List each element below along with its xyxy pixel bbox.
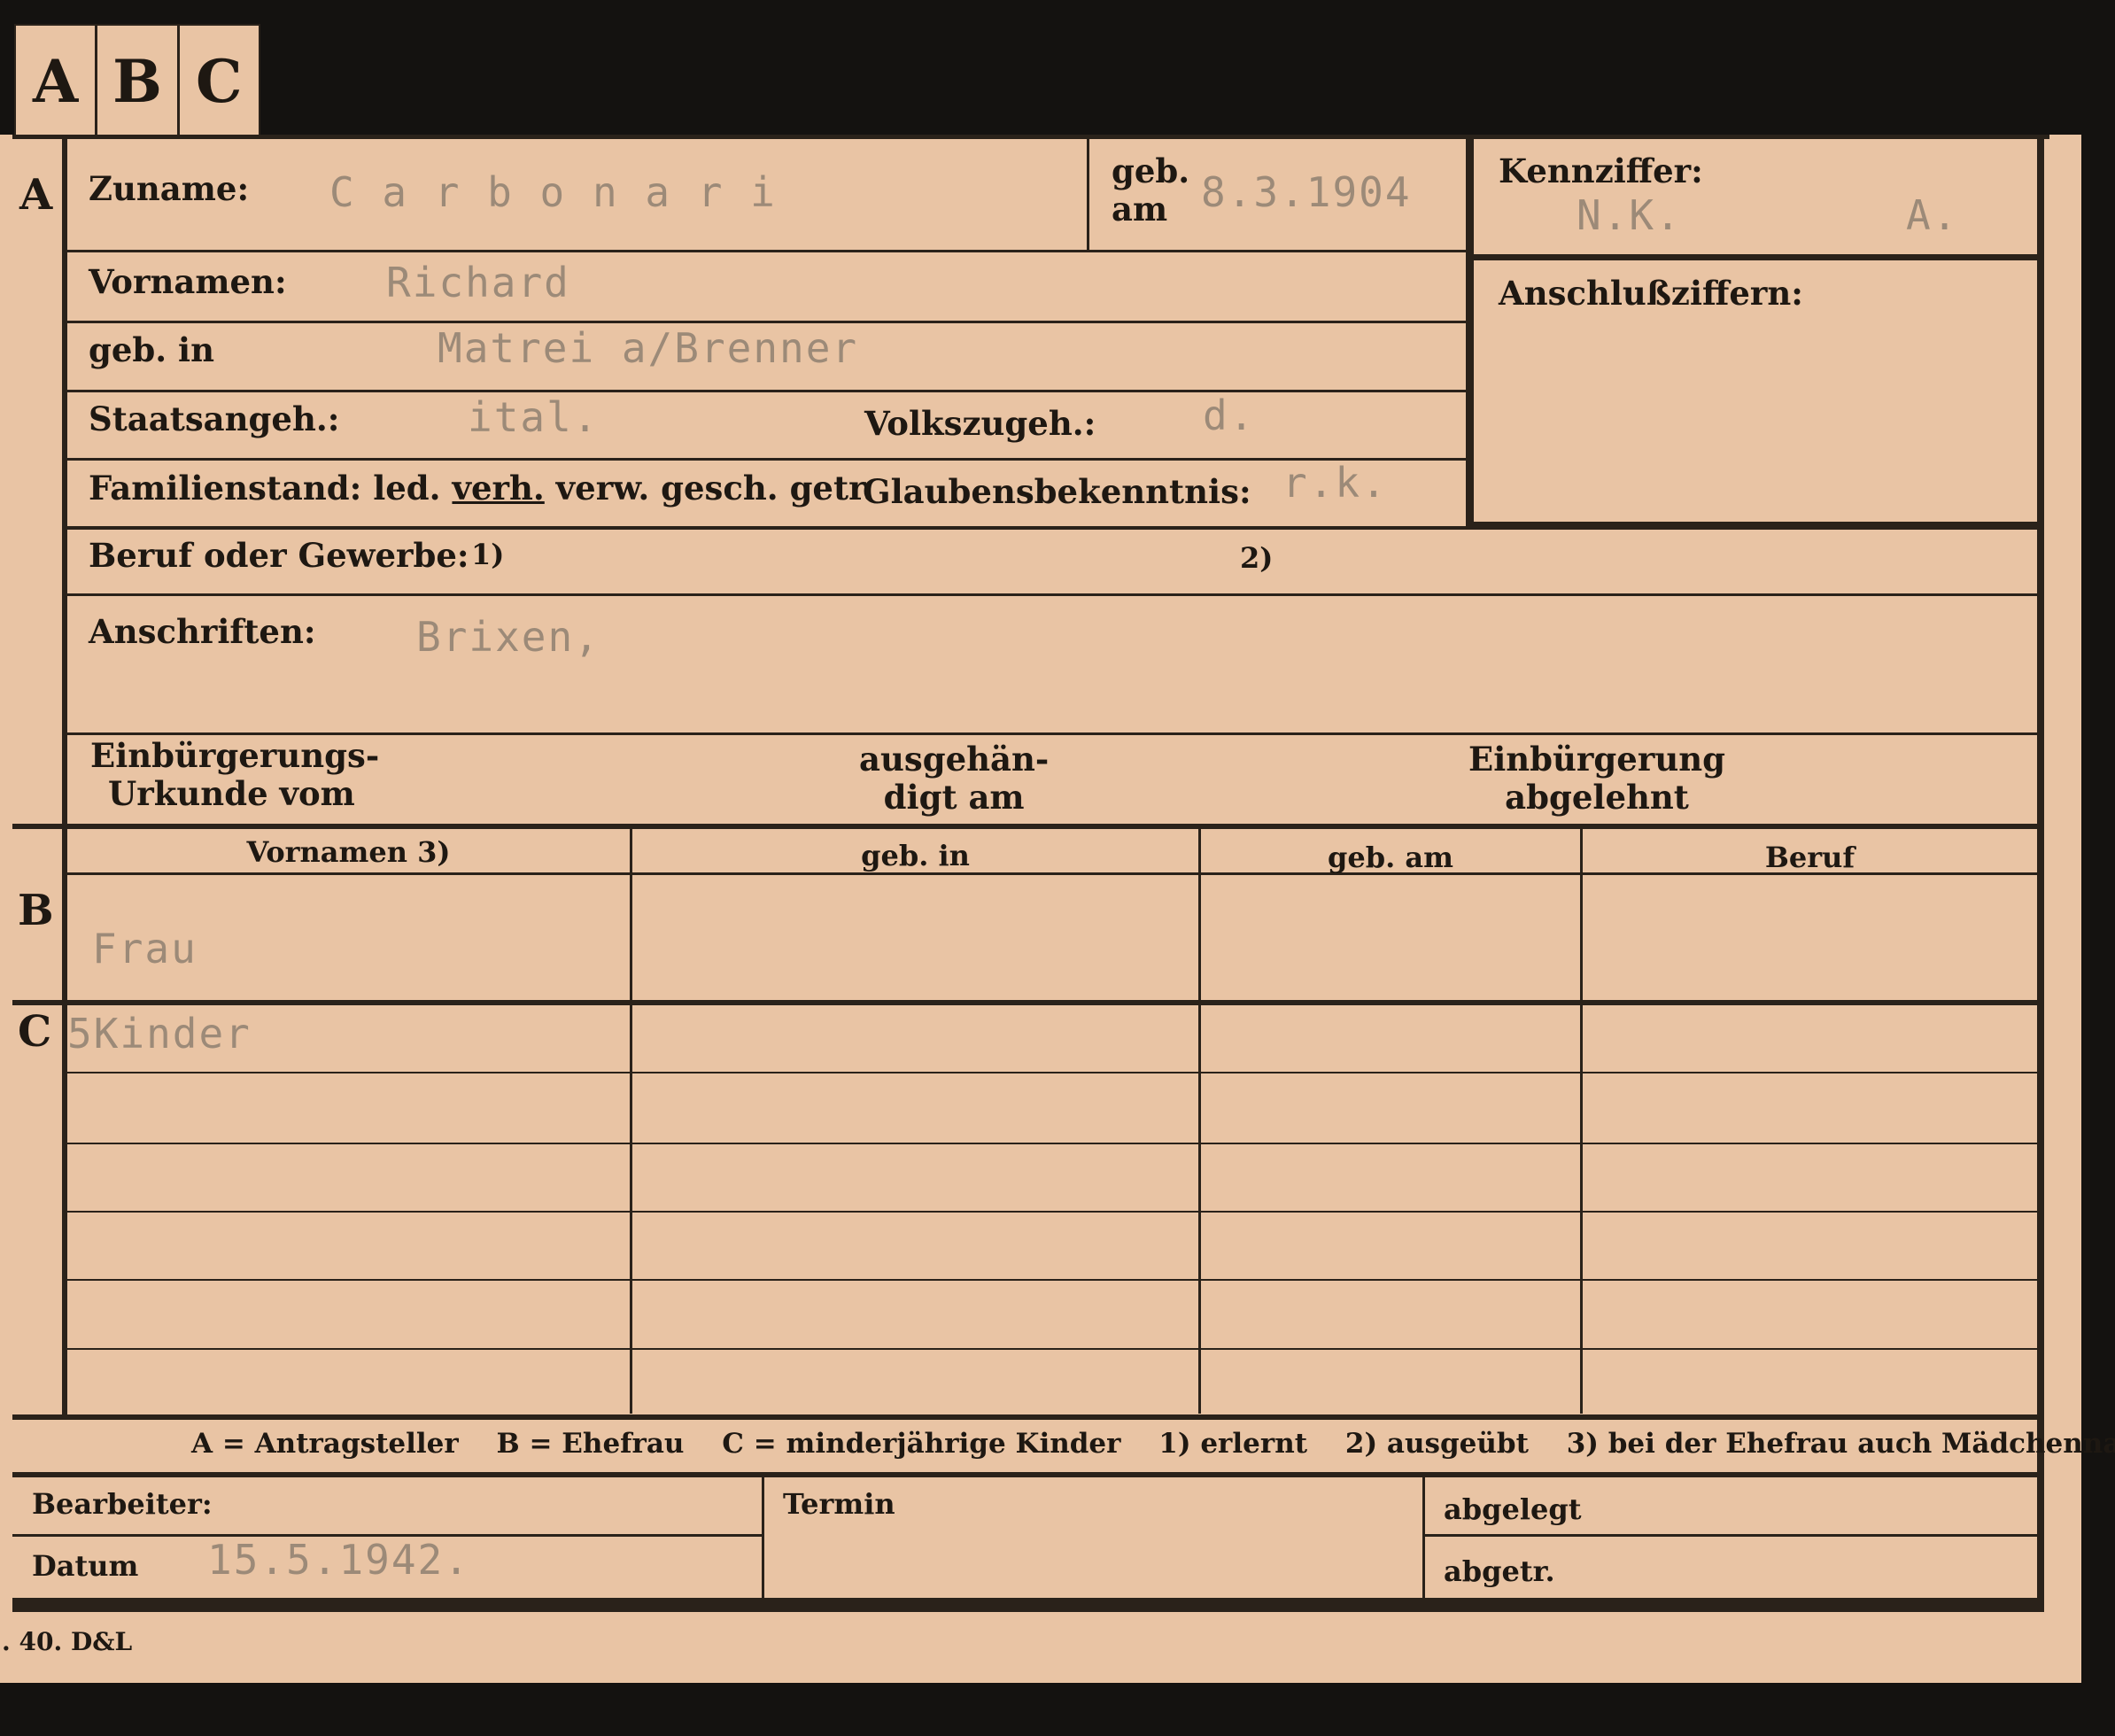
kennziffer-value-1: N.K. [1577, 191, 1682, 239]
geb-am-label: geb. am [1112, 151, 1190, 229]
tab-a: A [16, 26, 98, 136]
rule [630, 829, 632, 1414]
rule [12, 824, 2044, 829]
rule [67, 390, 1467, 392]
ehefrau-value: Frau [92, 925, 198, 973]
datum-label: Datum [32, 1549, 139, 1583]
kennziffer-label: Kennziffer: [1499, 151, 1703, 190]
legend-a: A = Antragsteller [191, 1428, 459, 1460]
volkszugeh-value: d. [1203, 391, 1256, 439]
einbuergerung-abgelehnt-label: Einbürgerung abgelehnt [1468, 740, 1726, 817]
rule [67, 1348, 2037, 1350]
rule [67, 526, 1467, 530]
option-verh: verh. [452, 469, 545, 508]
rule [1580, 829, 1583, 1414]
rule [12, 1000, 2044, 1005]
option-led: led. [373, 469, 441, 508]
volkszugeh-label: Volkszugeh.: [864, 404, 1096, 443]
anschlussziffern-label: Anschlußziffern: [1499, 274, 1803, 313]
glaubens-label: Glaubensbekenntnis: [863, 472, 1251, 511]
datum-value: 15.5.1942. [207, 1536, 470, 1584]
rule [1474, 522, 2037, 530]
beruf-footnote-1: 1) [471, 538, 505, 571]
tab-c: C [196, 46, 243, 116]
registration-card: A B C A B C Zuname: C a r b o n a r i ge… [0, 24, 2115, 1683]
zuname-value: C a r b o n a r i [329, 168, 777, 216]
legend-fn2: 2) ausgeübt [1344, 1428, 1529, 1460]
rule [12, 1598, 2044, 1612]
rule [1424, 1534, 2037, 1537]
print-mark: . 40. D&L [2, 1627, 133, 1656]
tab-b: B [97, 26, 180, 136]
frame-line [62, 135, 67, 1414]
legend-c: C = minderjährige Kinder [722, 1428, 1121, 1460]
option-gesch: gesch. [661, 469, 779, 508]
einbuergerungsurkunde-label: Einbürgerungs- Urkunde vom [90, 736, 380, 813]
geb-am-value: 8.3.1904 [1201, 168, 1412, 216]
col-header-beruf: Beruf [1764, 841, 1855, 874]
col-header-vornamen: Vornamen 3) [246, 835, 451, 869]
rule [67, 321, 1467, 323]
abgetr-label: abgetr. [1444, 1554, 1555, 1588]
rule [1198, 829, 1201, 1414]
familienstand-label: Familienstand: led. verh. verw. gesch. g… [89, 469, 875, 508]
geb-in-label: geb. in [89, 330, 215, 369]
col-header-geb-in: geb. in [861, 839, 970, 872]
zuname-label: Zuname: [89, 169, 250, 208]
beruf-footnote-2: 2) [1240, 541, 1274, 575]
rule [12, 1414, 2044, 1420]
rule [67, 1072, 2037, 1073]
option-getr: getr. [789, 469, 875, 508]
option-verw: verw. [555, 469, 650, 508]
rule [1087, 135, 1089, 250]
termin-label: Termin [783, 1487, 895, 1521]
legend-b: B = Ehefrau [496, 1428, 685, 1460]
geb-in-value: Matrei a/Brenner [438, 324, 859, 372]
rule [1466, 135, 1474, 530]
legend-fn3: 3) bei der Ehefrau auch Mädchenname [1566, 1428, 2115, 1460]
col-header-geb-am: geb. am [1328, 841, 1453, 874]
abgelegt-label: abgelegt [1444, 1492, 1582, 1526]
rule [67, 1143, 2037, 1144]
kinder-value: 5Kinder [67, 1010, 252, 1058]
anschriften-label: Anschriften: [89, 612, 316, 651]
rule [762, 1476, 764, 1608]
staatsangeh-value: ital. [468, 393, 600, 441]
rule [67, 250, 1467, 252]
anschriften-value: Brixen, [416, 613, 600, 661]
rule [12, 1472, 2044, 1477]
vornamen-value: Richard [386, 259, 570, 306]
rule [1422, 1476, 1425, 1608]
staatsangeh-label: Staatsangeh.: [89, 399, 340, 438]
beruf-label: Beruf oder Gewerbe: [89, 536, 469, 575]
frame-line [2037, 135, 2044, 1612]
section-b-marker: B [18, 886, 54, 935]
rule [67, 458, 1467, 461]
rule [67, 593, 2037, 596]
rule [67, 1211, 2037, 1213]
rule [67, 732, 2037, 735]
section-c-marker: C [18, 1007, 52, 1057]
legend: A = Antragsteller B = Ehefrau C = minder… [191, 1428, 2115, 1460]
bearbeiter-label: Bearbeiter: [32, 1487, 213, 1521]
vornamen-label: Vornamen: [89, 262, 287, 301]
glaubens-value: r.k. [1282, 459, 1388, 507]
card-tab: A B C [14, 24, 260, 136]
rule [67, 1279, 2037, 1281]
ausgehaendigt-label: ausgehän- digt am [859, 740, 1050, 817]
legend-fn1: 1) erlernt [1158, 1428, 1308, 1460]
rule [1474, 254, 2037, 260]
section-a-marker: A [19, 170, 53, 220]
frame-line [12, 135, 2049, 139]
kennziffer-value-2: A. [1906, 191, 1959, 239]
